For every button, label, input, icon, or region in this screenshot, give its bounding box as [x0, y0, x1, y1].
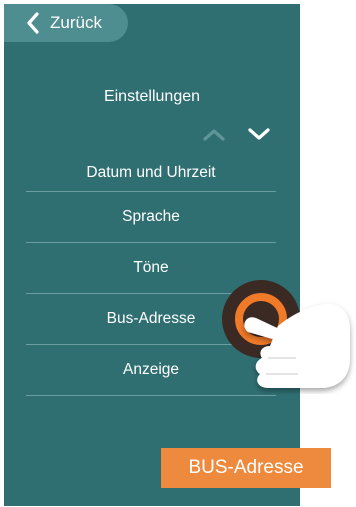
menu-item-language[interactable]: Sprache: [26, 192, 276, 243]
menu-item-label: Bus-Adresse: [106, 310, 196, 327]
page-title: Einstellungen: [103, 88, 201, 105]
menu-item-label: Datum und Uhrzeit: [86, 164, 216, 181]
chevron-down-icon[interactable]: [247, 127, 271, 141]
back-label: Zurück: [50, 13, 102, 32]
tooltip-label: BUS-Adresse: [161, 448, 331, 488]
pointing-hand-icon: [244, 303, 350, 388]
menu-item-label: Sprache: [122, 208, 180, 225]
menu-item-date-time[interactable]: Datum und Uhrzeit: [26, 156, 276, 192]
menu-item-label: Töne: [133, 259, 169, 276]
back-button[interactable]: Zurück: [4, 4, 128, 42]
settings-screen: Zurück Einstellungen Datum und Uhrzeit S…: [4, 4, 300, 506]
chevron-up-icon[interactable]: [202, 127, 226, 141]
menu-item-label: Anzeige: [122, 361, 179, 378]
chevron-left-icon: [27, 12, 39, 34]
